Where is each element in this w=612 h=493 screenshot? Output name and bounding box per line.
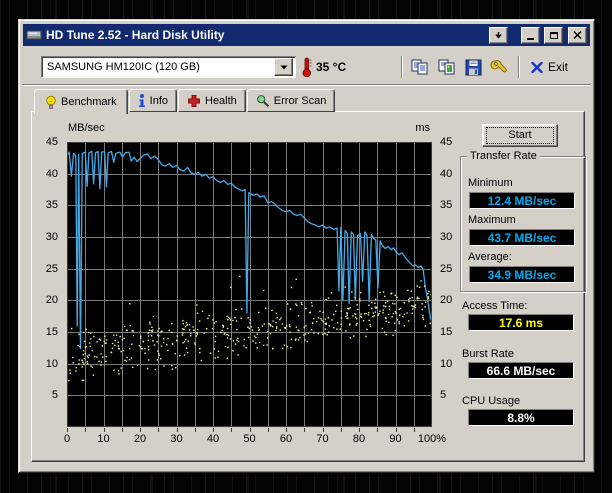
toolbar-divider xyxy=(22,84,591,86)
y-axis-tick-label: 35 xyxy=(32,199,63,212)
exit-icon xyxy=(531,62,543,73)
transfer-rate-group: Transfer Rate Minimum 12.4 MB/sec Maximu… xyxy=(460,156,586,292)
benchmark-panel: MB/sec ms 45403530252015105 454035302520… xyxy=(31,111,585,462)
access-time-value: 17.6 ms xyxy=(499,316,543,330)
dropdown-arrow-icon[interactable] xyxy=(274,58,293,76)
drive-select-value: SAMSUNG HM120IC (120 GB) xyxy=(42,61,274,73)
exit-button[interactable]: Exit xyxy=(526,54,573,80)
desktop-background: HD Tune 2.52 - Hard Disk Utility SAMSUNG… xyxy=(0,0,612,493)
tab-info[interactable]: Info xyxy=(129,89,177,112)
app-window: HD Tune 2.52 - Hard Disk Utility SAMSUNG… xyxy=(18,19,595,473)
options-button[interactable] xyxy=(486,54,512,80)
drive-select[interactable]: SAMSUNG HM120IC (120 GB) xyxy=(41,56,296,78)
maximum-value: 43.7 MB/sec xyxy=(488,231,557,245)
info-icon xyxy=(138,94,146,108)
tab-label: Health xyxy=(205,95,237,107)
minimize-icon xyxy=(527,38,534,40)
minimum-label: Minimum xyxy=(468,177,513,189)
average-label: Average: xyxy=(468,251,512,263)
tab-error-scan[interactable]: Error Scan xyxy=(247,89,336,112)
close-icon xyxy=(573,31,582,39)
x-axis-tick-label: 60 xyxy=(268,433,304,445)
minimum-value-box: 12.4 MB/sec xyxy=(469,192,575,209)
y-axis-tick-label: 30 xyxy=(32,231,63,244)
average-value-box: 34.9 MB/sec xyxy=(469,266,575,283)
tab-health[interactable]: Health xyxy=(178,89,246,112)
maximize-button[interactable] xyxy=(544,27,563,44)
x-axis-tick-label: 100% xyxy=(414,433,450,445)
tab-benchmark[interactable]: Benchmark xyxy=(34,89,128,114)
send-to-tray-button[interactable] xyxy=(489,27,508,44)
cpu-usage-label: CPU Usage xyxy=(462,395,520,407)
save-icon xyxy=(465,59,482,76)
benchmark-chart xyxy=(67,142,432,434)
lightbulb-icon xyxy=(45,95,57,110)
down-arrow-icon xyxy=(494,31,503,40)
copy-icon xyxy=(411,59,430,76)
burst-rate-value: 66.6 MB/sec xyxy=(487,364,556,378)
x-axis-tick-label: 30 xyxy=(159,433,195,445)
exit-label: Exit xyxy=(548,60,568,74)
tab-label: Info xyxy=(150,95,168,107)
y-axis-tick-label: 5 xyxy=(32,389,63,402)
start-button[interactable]: Start xyxy=(482,124,558,147)
options-wrench-icon xyxy=(490,59,508,76)
toolbar-separator xyxy=(401,56,403,78)
average-value: 34.9 MB/sec xyxy=(488,268,557,282)
minimum-value: 12.4 MB/sec xyxy=(488,194,557,208)
close-button[interactable] xyxy=(568,27,587,44)
x-axis-tick-label: 80 xyxy=(341,433,377,445)
y-axis-tick-label: 15 xyxy=(32,326,63,339)
titlebar[interactable]: HD Tune 2.52 - Hard Disk Utility xyxy=(23,24,590,46)
temperature-label: 35 °C xyxy=(316,60,346,74)
x-axis-tick-label: 70 xyxy=(305,433,341,445)
maximize-icon xyxy=(550,32,558,39)
tab-label: Error Scan xyxy=(274,95,327,107)
y-axis-tick-label: 25 xyxy=(32,263,63,276)
save-button[interactable] xyxy=(460,54,486,80)
toolbar-separator xyxy=(518,56,520,78)
toolbar: SAMSUNG HM120IC (120 GB) 35 °C xyxy=(23,53,590,81)
access-time-value-box: 17.6 ms xyxy=(468,314,574,331)
cpu-usage-value: 8.8% xyxy=(507,411,534,425)
x-axis-tick-label: 50 xyxy=(232,433,268,445)
thermometer-icon xyxy=(301,56,313,83)
tab-label: Benchmark xyxy=(61,96,117,108)
x-axis-tick-label: 20 xyxy=(122,433,158,445)
health-cross-icon xyxy=(187,94,201,108)
app-icon xyxy=(26,27,42,43)
burst-rate-value-box: 66.6 MB/sec xyxy=(468,362,574,379)
transfer-rate-group-label: Transfer Rate xyxy=(467,150,540,162)
left-axis-unit: MB/sec xyxy=(68,122,105,134)
y-axis-tick-label: 40 xyxy=(32,168,63,181)
y-axis-tick-label: 10 xyxy=(32,358,63,371)
x-axis-tick-label: 10 xyxy=(86,433,122,445)
tab-bar: Benchmark Info Health Error Scan xyxy=(34,88,336,112)
start-button-label: Start xyxy=(486,127,554,144)
y-axis-tick-label: 45 xyxy=(32,136,63,149)
magnifier-icon xyxy=(256,94,270,108)
y-axis-tick-label: 15 xyxy=(436,326,466,339)
minimize-button[interactable] xyxy=(521,27,540,44)
window-title: HD Tune 2.52 - Hard Disk Utility xyxy=(46,28,485,42)
x-axis-tick-label: 90 xyxy=(378,433,414,445)
y-axis-tick-label: 45 xyxy=(436,136,466,149)
right-axis-unit: ms xyxy=(390,122,430,134)
copy-image-icon xyxy=(438,59,457,76)
access-time-label: Access Time: xyxy=(462,300,527,312)
x-axis-tick-label: 40 xyxy=(195,433,231,445)
copy-button[interactable] xyxy=(407,54,433,80)
copy-image-button[interactable] xyxy=(434,54,460,80)
maximum-value-box: 43.7 MB/sec xyxy=(469,229,575,246)
cpu-usage-value-box: 8.8% xyxy=(468,409,574,426)
maximum-label: Maximum xyxy=(468,214,516,226)
y-axis-tick-label: 20 xyxy=(32,294,63,307)
burst-rate-label: Burst Rate xyxy=(462,348,514,360)
x-axis-tick-label: 0 xyxy=(49,433,85,445)
